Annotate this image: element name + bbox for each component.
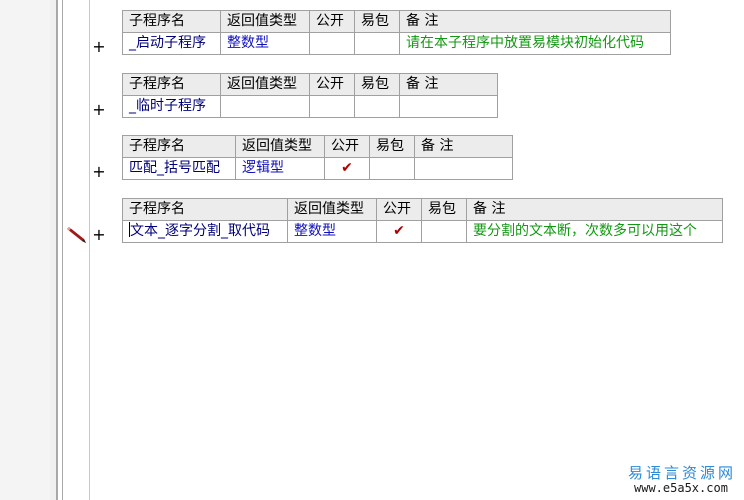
header-note: 备 注 (399, 73, 498, 96)
editor-gutter (0, 0, 54, 500)
expand-button[interactable]: + (92, 162, 106, 182)
return-type-cell[interactable]: 逻辑型 (235, 157, 325, 180)
public-cell[interactable] (309, 32, 355, 55)
check-icon: ✔ (341, 160, 353, 176)
header-easy-pack: 易包 (421, 198, 467, 221)
subroutine-table: 子程序名 返回值类型 公开 易包 备 注 _临时子程序 (122, 73, 498, 118)
header-easy-pack: 易包 (369, 135, 415, 158)
note-cell[interactable] (399, 95, 498, 118)
easy-pack-cell[interactable] (369, 157, 415, 180)
subroutine-table: 子程序名 返回值类型 公开 易包 备 注 匹配_括号匹配 逻辑型 ✔ (122, 135, 513, 180)
subroutine-header-row: 子程序名 返回值类型 公开 易包 备 注 (122, 135, 513, 158)
header-public: 公开 (376, 198, 422, 221)
header-name: 子程序名 (122, 10, 221, 33)
expand-button[interactable]: + (92, 37, 106, 57)
subroutine-name-cell[interactable]: _临时子程序 (122, 95, 221, 118)
note-cell[interactable] (414, 157, 513, 180)
gutter-border (56, 0, 58, 500)
subroutine-name-cell[interactable]: _启动子程序 (122, 32, 221, 55)
header-note: 备 注 (399, 10, 671, 33)
subroutine-row[interactable]: _临时子程序 (122, 95, 498, 118)
return-type-cell[interactable]: 整数型 (220, 32, 310, 55)
watermark-url: www.e5a5x.com (634, 481, 728, 495)
header-public: 公开 (309, 10, 355, 33)
gutter-divider (89, 0, 90, 500)
subroutine-header-row: 子程序名 返回值类型 公开 易包 备 注 (122, 73, 498, 96)
subroutine-name-cell[interactable]: 匹配_括号匹配 (122, 157, 236, 180)
note-cell[interactable]: 请在本子程序中放置易模块初始化代码 (399, 32, 671, 55)
header-name: 子程序名 (122, 135, 236, 158)
subroutine-header-row: 子程序名 返回值类型 公开 易包 备 注 (122, 10, 671, 33)
subroutine-row[interactable]: 文本_逐字分割_取代码 整数型 ✔ 要分割的文本断，次数多可以用这个 (122, 220, 723, 243)
public-cell[interactable]: ✔ (376, 220, 422, 243)
header-name: 子程序名 (122, 198, 288, 221)
header-return-type: 返回值类型 (287, 198, 377, 221)
subroutine-table: 子程序名 返回值类型 公开 易包 备 注 _启动子程序 整数型 请在本子程序中放… (122, 10, 671, 55)
subroutine-name-text: 文本_逐字分割_取代码 (130, 223, 270, 239)
easy-pack-cell[interactable] (421, 220, 467, 243)
easy-pack-cell[interactable] (354, 32, 400, 55)
code-editor: 子程序名 返回值类型 公开 易包 备 注 _启动子程序 整数型 请在本子程序中放… (0, 0, 744, 500)
header-public: 公开 (309, 73, 355, 96)
note-cell[interactable]: 要分割的文本断，次数多可以用这个 (466, 220, 723, 243)
return-type-cell[interactable]: 整数型 (287, 220, 377, 243)
subroutine-header-row: 子程序名 返回值类型 公开 易包 备 注 (122, 198, 723, 221)
header-easy-pack: 易包 (354, 10, 400, 33)
subroutine-row[interactable]: 匹配_括号匹配 逻辑型 ✔ (122, 157, 513, 180)
header-note: 备 注 (466, 198, 723, 221)
watermark-site-name: 易语言资源网 (628, 464, 737, 482)
header-easy-pack: 易包 (354, 73, 400, 96)
expand-button[interactable]: + (92, 225, 106, 245)
pencil-icon (67, 227, 86, 243)
subroutine-table: 子程序名 返回值类型 公开 易包 备 注 文本_逐字分割_取代码 整数型 ✔ 要… (122, 198, 723, 243)
header-return-type: 返回值类型 (235, 135, 325, 158)
header-return-type: 返回值类型 (220, 73, 310, 96)
public-cell[interactable]: ✔ (324, 157, 370, 180)
easy-pack-cell[interactable] (354, 95, 400, 118)
header-return-type: 返回值类型 (220, 10, 310, 33)
subroutine-name-cell[interactable]: 文本_逐字分割_取代码 (122, 220, 288, 243)
subroutine-row[interactable]: _启动子程序 整数型 请在本子程序中放置易模块初始化代码 (122, 32, 671, 55)
gutter-border-inner (62, 0, 63, 500)
expand-button[interactable]: + (92, 100, 106, 120)
header-name: 子程序名 (122, 73, 221, 96)
return-type-cell[interactable] (220, 95, 310, 118)
check-icon: ✔ (393, 223, 405, 239)
header-note: 备 注 (414, 135, 513, 158)
public-cell[interactable] (309, 95, 355, 118)
header-public: 公开 (324, 135, 370, 158)
